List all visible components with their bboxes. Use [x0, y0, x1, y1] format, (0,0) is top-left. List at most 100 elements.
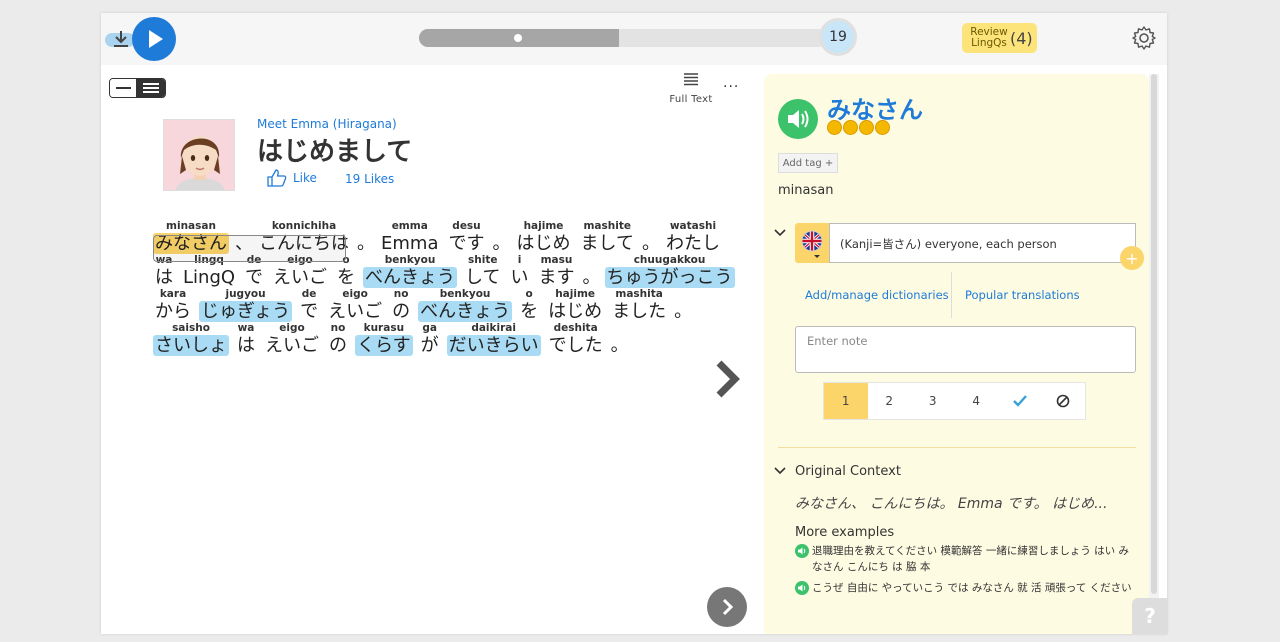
language-flag-selector[interactable]	[795, 223, 829, 263]
word-token[interactable]: no の	[327, 322, 349, 356]
help-button[interactable]: ?	[1132, 598, 1168, 634]
known-word[interactable]: えいご	[326, 301, 384, 322]
example-audio-icon[interactable]	[795, 581, 809, 595]
view-mode-toggle[interactable]	[109, 78, 166, 98]
known-word[interactable]: まして	[578, 233, 635, 254]
word-token[interactable]: ga が	[419, 322, 441, 356]
likes-count[interactable]: 19 Likes	[345, 172, 394, 186]
status-2-button[interactable]: 2	[868, 383, 912, 419]
add-tag-button[interactable]: Add tag +	[778, 153, 838, 173]
page-view-button[interactable]	[136, 79, 165, 97]
hint-input[interactable]: (Kanji=皆さん) everyone, each person	[829, 223, 1136, 263]
word-token[interactable]: kara から	[153, 288, 193, 322]
known-word[interactable]: を	[518, 301, 540, 322]
status-3-button[interactable]: 3	[911, 383, 955, 419]
known-word[interactable]: い	[509, 267, 531, 288]
known-word[interactable]: は	[153, 267, 175, 288]
new-word[interactable]: だいきらい	[446, 335, 541, 356]
word-token[interactable]: eigo えいご	[326, 288, 384, 322]
lesson-progress-bar[interactable]	[419, 29, 827, 47]
sentence-view-button[interactable]	[110, 79, 137, 97]
full-text-button[interactable]: Full Text	[667, 73, 715, 106]
word-token[interactable]: deshita でした	[547, 322, 605, 356]
word-token[interactable]: daikirai だいきらい	[446, 322, 541, 356]
known-word[interactable]: が	[419, 335, 441, 356]
word-token[interactable]: mashita ました	[610, 288, 668, 322]
known-check-icon[interactable]	[998, 383, 1042, 419]
new-word[interactable]: くらす	[355, 335, 413, 356]
word-token[interactable]: jugyou じゅぎょう	[199, 288, 293, 322]
next-lesson-button[interactable]	[707, 587, 747, 627]
progress-handle[interactable]	[514, 34, 522, 42]
word-token[interactable]: desu です	[446, 220, 486, 254]
example-text[interactable]: 退職理由を教えてください 模範解答 一緒に練習しましょう はい み なさん こん…	[812, 543, 1140, 575]
known-word[interactable]: えいご	[271, 267, 329, 288]
example-text[interactable]: こうぜ 自由に やっていこう では みなさん 就 活 頑張って ください	[812, 580, 1132, 596]
status-1-button[interactable]: 1	[824, 383, 868, 419]
chevron-down-icon[interactable]	[773, 464, 787, 478]
word-token[interactable]: hajime はじめ	[514, 220, 572, 254]
course-title-link[interactable]: Meet Emma (Hiragana)	[257, 117, 397, 131]
known-word[interactable]: から	[153, 301, 193, 322]
known-word[interactable]: です	[446, 233, 486, 254]
play-audio-button[interactable]	[132, 17, 176, 61]
word-token[interactable]: mashite まして	[578, 220, 635, 254]
manage-dictionaries-link[interactable]: Add/manage dictionaries	[805, 288, 949, 302]
word-token[interactable]: masu ます	[537, 254, 577, 288]
known-word[interactable]: ました	[610, 301, 668, 322]
word-token[interactable]: wa は	[235, 322, 257, 356]
word-token[interactable]: shite して	[463, 254, 502, 288]
add-hint-plus-icon[interactable]: +	[1120, 246, 1144, 270]
note-field[interactable]: Enter note	[795, 326, 1136, 373]
known-word[interactable]: ます	[537, 267, 577, 288]
status-4-button[interactable]: 4	[955, 383, 999, 419]
known-word[interactable]: はじめ	[514, 233, 572, 254]
word-token[interactable]: kurasu くらす	[355, 322, 413, 356]
known-word[interactable]: はじめ	[546, 301, 604, 322]
next-page-arrow-icon[interactable]	[713, 359, 741, 399]
known-word[interactable]: して	[463, 267, 502, 288]
word-token[interactable]: watashi わたし	[664, 220, 722, 254]
word-reading: daikirai	[471, 322, 516, 334]
word-token[interactable]: chuugakkou ちゅうがっこう	[604, 254, 735, 288]
known-word[interactable]: わたし	[664, 233, 722, 254]
chevron-down-icon[interactable]	[773, 226, 787, 240]
word-token[interactable]: saisho さいしょ	[153, 322, 229, 356]
new-word[interactable]: さいしょ	[153, 335, 229, 356]
new-word[interactable]: べんきょう	[363, 267, 458, 288]
example-audio-icon[interactable]	[795, 544, 809, 558]
word-token[interactable]: oを	[518, 288, 540, 322]
known-word[interactable]: で	[243, 267, 265, 288]
word-token[interactable]: emma Emma	[379, 220, 440, 254]
term-audio-button[interactable]	[778, 99, 818, 139]
word-token[interactable]: iい	[509, 254, 531, 288]
new-word[interactable]: べんきょう	[418, 301, 513, 322]
word-token[interactable]: benkyou べんきょう	[363, 254, 458, 288]
scrollbar-thumb[interactable]	[1151, 74, 1157, 594]
known-word[interactable]: は	[235, 335, 257, 356]
new-word[interactable]: ちゅうがっこう	[604, 267, 735, 288]
known-word[interactable]: の	[327, 335, 349, 356]
known-word[interactable]: LingQ	[181, 267, 237, 288]
settings-gear-icon[interactable]	[1131, 25, 1157, 51]
review-lingqs-button[interactable]: Review LingQs (4)	[962, 23, 1037, 53]
known-word[interactable]: Emma	[379, 233, 440, 254]
word-token[interactable]: hajime はじめ	[546, 288, 604, 322]
panel-scrollbar[interactable]	[1149, 74, 1159, 609]
word-token[interactable]: no の	[390, 288, 412, 322]
download-icon[interactable]	[111, 29, 131, 49]
known-word[interactable]: えいご	[263, 335, 321, 356]
original-context-heading[interactable]: Original Context	[795, 464, 901, 479]
more-options-icon[interactable]: ···	[723, 79, 739, 95]
known-word[interactable]: の	[390, 301, 412, 322]
word-token[interactable]: eigo えいご	[263, 322, 321, 356]
like-button[interactable]: Like	[267, 169, 317, 187]
known-word[interactable]: を	[335, 267, 357, 288]
word-token[interactable]: de で	[298, 288, 320, 322]
known-word[interactable]: でした	[547, 335, 605, 356]
ignore-icon[interactable]	[1042, 383, 1086, 419]
known-word[interactable]: で	[298, 301, 320, 322]
popular-translations-link[interactable]: Popular translations	[965, 288, 1080, 302]
word-token[interactable]: benkyou べんきょう	[418, 288, 513, 322]
new-word[interactable]: じゅぎょう	[199, 301, 293, 322]
